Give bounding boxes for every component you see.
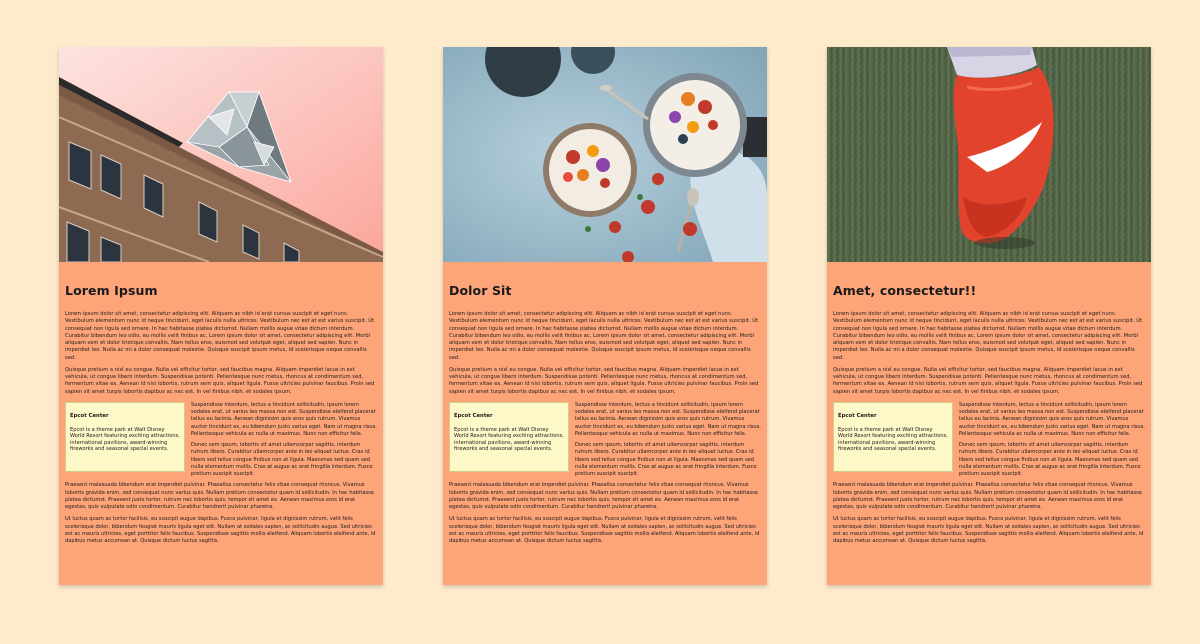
football-boot-image [827,47,1151,262]
paragraph: Lorem ipsum dolor sit amet, consectetur … [449,311,759,361]
info-box-title: Epcot Center [454,412,493,419]
paragraph: Ut luctus quam ac tortor facilisis, eu s… [833,516,1144,544]
paragraph: Lorem ipsum dolor sit amet, consectetur … [65,311,375,361]
paragraph: Quisque pretium a nisl eu congue. Nulla … [833,366,1143,395]
info-box: Epcot Center Epcot is a theme park at Wa… [833,401,953,472]
paragraph: Ut luctus quam ac tortor facilisis, eu s… [65,516,376,544]
paragraph: Quisque pretium a nisl eu congue. Nulla … [65,366,375,395]
info-box-body: Epcot is a theme park at Walt Disney Wor… [454,426,564,452]
article-card: Lorem Ipsum Lorem ipsum dolor sit amet, … [59,47,383,585]
article-card: Amet, consectetur!! Lorem ipsum dolor si… [827,47,1151,585]
card-title: Amet, consectetur!! [833,283,977,298]
paragraph: Ut luctus quam ac tortor facilisis, eu s… [449,516,760,544]
paragraph: Quisque pretium a nisl eu congue. Nulla … [449,366,759,395]
info-box: Epcot Center Epcot is a theme park at Wa… [65,401,185,472]
info-box-body: Epcot is a theme park at Walt Disney Wor… [70,426,180,452]
breakfast-bowls-image [443,47,767,262]
info-box-body: Epcot is a theme park at Walt Disney Wor… [838,426,948,452]
article-card: Dolor Sit Lorem ipsum dolor sit amet, co… [443,47,767,585]
building-image [59,47,383,262]
paragraph: Praesent malesuada bibendum erat imperdi… [449,482,758,510]
paragraph: Praesent malesuada bibendum erat imperdi… [833,482,1142,510]
info-box: Epcot Center Epcot is a theme park at Wa… [449,401,569,472]
info-box-title: Epcot Center [70,412,109,419]
paragraph: Lorem ipsum dolor sit amet, consectetur … [833,311,1143,361]
info-box-title: Epcot Center [838,412,877,419]
card-title: Dolor Sit [449,283,512,298]
card-title: Lorem Ipsum [65,283,158,298]
paragraph: Praesent malesuada bibendum erat imperdi… [65,482,374,510]
